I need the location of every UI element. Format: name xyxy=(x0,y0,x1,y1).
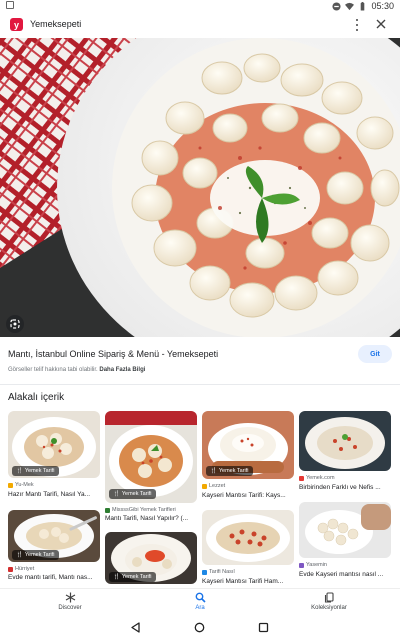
card-caption: Kayseri Mantısı Tarifi Ham... xyxy=(202,578,284,585)
home-icon[interactable] xyxy=(194,622,205,633)
fork-knife-icon: 🍴 xyxy=(210,468,217,474)
card-caption: Evde mantı tarifi, Mantı nas... xyxy=(8,574,93,581)
source-favicon-icon xyxy=(299,475,304,481)
card-caption: Hazır Mantı Tarifi, Nasıl Ya... xyxy=(8,491,90,498)
clock: 05:30 xyxy=(371,1,394,11)
site-title: Yemeksepeti xyxy=(30,19,82,29)
related-thumbnail xyxy=(299,502,391,558)
yemeksepeti-logo-icon: y xyxy=(10,18,23,31)
app-header: y Yemeksepeti xyxy=(0,12,400,38)
badge-label: Yemek Tarifi xyxy=(218,468,249,474)
badge-label: Yemek Tarifi xyxy=(121,574,152,580)
source-favicon-icon xyxy=(8,566,13,572)
manti-plate-photo xyxy=(0,38,400,337)
card-source: Yasemin xyxy=(299,562,327,568)
card-caption: Mantı Tarifi, Nasıl Yapılır? (... xyxy=(105,515,189,522)
recipe-badge: 🍴 Yemek Tarifi xyxy=(109,572,156,582)
collections-icon xyxy=(324,592,334,603)
related-heading: Alakalı içerik xyxy=(8,392,65,403)
system-navigation-bar xyxy=(0,616,400,640)
recipe-badge: 🍴 Yemek Tarifi xyxy=(12,550,59,560)
fork-knife-icon: 🍴 xyxy=(113,574,120,580)
bottom-navigation: Discover Ara Koleksiyonlar xyxy=(0,588,400,616)
source-favicon-icon xyxy=(202,483,207,489)
copyright-notice: Görseller telif hakkına tabi olabilir. D… xyxy=(8,367,145,373)
status-bar: 05:30 xyxy=(0,0,400,12)
source-label: Yu-Mek xyxy=(15,482,34,488)
nav-collections[interactable]: Koleksiyonlar xyxy=(289,592,369,611)
back-icon[interactable] xyxy=(130,622,141,633)
result-info: Mantı, İstanbul Online Sipariş & Menü - … xyxy=(0,337,400,385)
nav-search-label: Ara xyxy=(195,605,205,611)
card-source: Tarifi Nasıl xyxy=(202,569,235,575)
battery-icon xyxy=(361,1,365,11)
fork-knife-icon: 🍴 xyxy=(113,491,120,497)
more-info-link[interactable]: Daha Fazla Bilgi xyxy=(99,367,145,373)
main-image[interactable] xyxy=(0,38,400,337)
source-favicon-icon xyxy=(299,562,304,568)
divider xyxy=(0,384,400,385)
lens-search-icon[interactable] xyxy=(6,315,24,333)
card-caption: Evde Kayseri mantısı nasıl ... xyxy=(299,571,384,578)
page-title[interactable]: Mantı, İstanbul Online Sipariş & Menü - … xyxy=(8,349,218,359)
fork-knife-icon: 🍴 xyxy=(16,468,23,474)
source-favicon-icon xyxy=(202,569,207,575)
badge-label: Yemek Tarifi xyxy=(121,491,152,497)
screen: 05:30 y Yemeksepeti Mantı, İstanbul Onli… xyxy=(0,0,400,640)
source-label: Yasemin xyxy=(306,562,327,568)
source-label: Lezzet xyxy=(209,483,226,489)
related-thumbnail xyxy=(299,411,391,471)
source-label: MissssGibi Yemek Tarifleri xyxy=(112,507,176,513)
source-label: Tarifi Nasıl xyxy=(209,569,235,575)
nav-collections-label: Koleksiyonlar xyxy=(311,605,347,611)
asterisk-icon xyxy=(65,592,75,603)
gallery-notification-icon xyxy=(6,1,14,9)
recipe-badge: 🍴 Yemek Tarifi xyxy=(206,466,253,476)
card-source: Yu-Mek xyxy=(8,482,34,488)
badge-label: Yemek Tarifi xyxy=(24,468,55,474)
card-source: Hürriyet xyxy=(8,566,34,572)
fork-knife-icon: 🍴 xyxy=(16,552,23,558)
close-icon[interactable] xyxy=(374,17,388,31)
nav-search[interactable]: Ara xyxy=(160,592,240,611)
dnd-icon xyxy=(332,1,342,11)
source-favicon-icon xyxy=(105,507,110,513)
badge-label: Yemek Tarifi xyxy=(24,552,55,558)
card-caption: Birbirinden Farklı ve Nefis ... xyxy=(299,484,381,491)
source-label: Hürriyet xyxy=(15,566,35,572)
copyright-text: Görseller telif hakkına tabi olabilir. xyxy=(8,367,98,373)
wifi-icon xyxy=(345,2,355,10)
source-label: Yemek.com xyxy=(306,475,335,481)
recipe-badge: 🍴 Yemek Tarifi xyxy=(109,489,156,499)
related-thumbnail xyxy=(202,510,294,565)
card-source: Yemek.com xyxy=(299,475,335,481)
recipe-badge: 🍴 Yemek Tarifi xyxy=(12,466,59,476)
search-icon xyxy=(195,592,206,603)
recents-icon[interactable] xyxy=(258,622,269,633)
card-source: Lezzet xyxy=(202,483,225,489)
visit-button[interactable]: Git xyxy=(358,345,392,363)
nav-discover[interactable]: Discover xyxy=(30,592,110,611)
card-caption: Kayseri Mantısı Tarifi: Kays... xyxy=(202,492,286,499)
card-source: MissssGibi Yemek Tarifleri xyxy=(105,507,176,513)
nav-discover-label: Discover xyxy=(58,605,82,611)
source-favicon-icon xyxy=(8,482,13,488)
more-options-icon[interactable] xyxy=(352,19,362,31)
